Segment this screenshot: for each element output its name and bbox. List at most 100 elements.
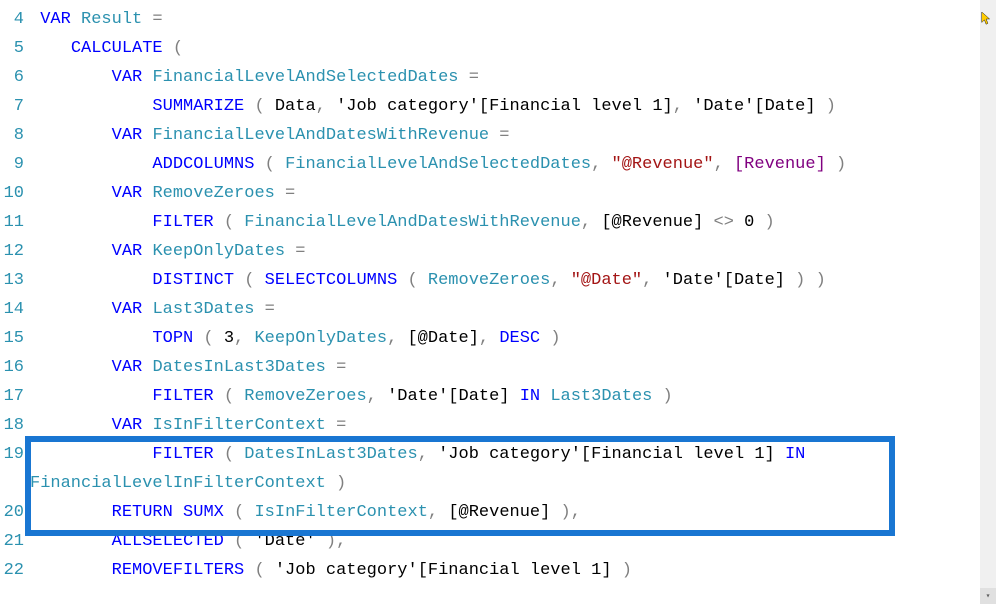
code-line[interactable]: 9 ADDCOLUMNS ( FinancialLevelAndSelected… [0, 150, 996, 179]
line-content[interactable]: DISTINCT ( SELECTCOLUMNS ( RemoveZeroes,… [30, 266, 996, 295]
code-line[interactable]: 5 CALCULATE ( [0, 34, 996, 63]
line-content[interactable]: SUMMARIZE ( Data, 'Job category'[Financi… [30, 92, 996, 121]
code-token: ] [816, 155, 826, 174]
code-token: ( [163, 39, 183, 58]
line-content[interactable]: VAR IsInFilterContext = [30, 411, 996, 440]
code-token: , [479, 329, 499, 348]
code-line[interactable]: 7 SUMMARIZE ( Data, 'Job category'[Finan… [0, 92, 996, 121]
code-line[interactable]: 6 VAR FinancialLevelAndSelectedDates = [0, 63, 996, 92]
code-line[interactable]: 19 FILTER ( DatesInLast3Dates, 'Job cate… [0, 440, 996, 469]
code-token [173, 503, 183, 522]
line-content[interactable]: FILTER ( RemoveZeroes, 'Date'[Date] IN L… [30, 382, 996, 411]
line-number: 16 [0, 353, 30, 382]
code-token: = [489, 126, 509, 145]
code-token: VAR [112, 68, 143, 87]
code-line[interactable]: 8 VAR FinancialLevelAndDatesWithRevenue … [0, 121, 996, 150]
code-token: TOPN [152, 329, 193, 348]
code-line[interactable]: 22 REMOVEFILTERS ( 'Job category'[Financ… [0, 556, 996, 585]
code-token: FinancialLevelAndDatesWithRevenue [244, 213, 581, 232]
code-token: Last3Dates [152, 300, 254, 319]
code-token: DatesInLast3Dates [152, 358, 325, 377]
vertical-scrollbar[interactable]: ▾ [980, 0, 996, 604]
code-token: [ [734, 155, 744, 174]
code-editor[interactable]: 3 VALUES ( 'Job category'[Financial leve… [0, 0, 996, 604]
line-content[interactable]: VAR RemoveZeroes = [30, 179, 996, 208]
line-content[interactable]: TOPN ( 3, KeepOnlyDates, [@Date], DESC ) [30, 324, 996, 353]
code-token [30, 416, 112, 435]
code-token: Revenue [744, 155, 815, 174]
code-line[interactable]: 16 VAR DatesInLast3Dates = [0, 353, 996, 382]
code-token: ) [652, 387, 672, 406]
line-content[interactable]: CALCULATE ( [30, 34, 996, 63]
code-token: FinancialLevelAndDatesWithRevenue [152, 126, 489, 145]
code-line[interactable]: 15 TOPN ( 3, KeepOnlyDates, [@Date], DES… [0, 324, 996, 353]
line-number: 17 [0, 382, 30, 411]
code-token: <> [703, 213, 744, 232]
code-token: FinancialLevelInFilterContext [30, 474, 326, 493]
code-line[interactable]: 17 FILTER ( RemoveZeroes, 'Date'[Date] I… [0, 382, 996, 411]
code-token [30, 271, 152, 290]
code-token [30, 503, 112, 522]
code-token: ( [254, 155, 285, 174]
code-token: = [326, 358, 346, 377]
line-content[interactable]: FinancialLevelInFilterContext ) [30, 469, 996, 498]
code-line[interactable]: 13 DISTINCT ( SELECTCOLUMNS ( RemoveZero… [0, 266, 996, 295]
code-token: VAR [112, 126, 143, 145]
code-line[interactable]: FinancialLevelInFilterContext ) [0, 469, 996, 498]
code-token: ( [224, 532, 255, 551]
code-token: ADDCOLUMNS [152, 155, 254, 174]
code-token [142, 300, 152, 319]
line-number: 8 [0, 121, 30, 150]
code-line[interactable]: 14 VAR Last3Dates = [0, 295, 996, 324]
line-content[interactable]: VAR DatesInLast3Dates = [30, 353, 996, 382]
code-token [142, 68, 152, 87]
code-token [30, 532, 112, 551]
code-token [30, 242, 112, 261]
code-token: , [714, 155, 734, 174]
line-content[interactable]: VAR KeepOnlyDates = [30, 237, 996, 266]
code-line[interactable]: 11 FILTER ( FinancialLevelAndDatesWithRe… [0, 208, 996, 237]
line-content[interactable]: REMOVEFILTERS ( 'Job category'[Financial… [30, 556, 996, 585]
code-token: ) [316, 532, 336, 551]
scroll-down-button[interactable]: ▾ [980, 588, 996, 604]
code-token: 3 [224, 329, 234, 348]
code-token [30, 68, 112, 87]
code-token: 'Date' [663, 271, 724, 290]
line-content[interactable]: FILTER ( DatesInLast3Dates, 'Job categor… [30, 440, 996, 469]
code-token: IN [520, 387, 540, 406]
line-content[interactable]: ALLSELECTED ( 'Date' ), [30, 527, 996, 556]
code-token: DatesInLast3Dates [244, 445, 417, 464]
code-token [30, 39, 71, 58]
code-line[interactable]: 20 RETURN SUMX ( IsInFilterContext, [@Re… [0, 498, 996, 527]
line-content[interactable]: FILTER ( FinancialLevelAndDatesWithReven… [30, 208, 996, 237]
code-token: FILTER [152, 213, 213, 232]
code-token: , [550, 271, 570, 290]
code-token: FILTER [152, 445, 213, 464]
code-token: FILTER [152, 387, 213, 406]
code-line[interactable]: 10 VAR RemoveZeroes = [0, 179, 996, 208]
code-token [30, 387, 152, 406]
code-line[interactable]: 12 VAR KeepOnlyDates = [0, 237, 996, 266]
code-token [30, 213, 152, 232]
code-token [142, 184, 152, 203]
code-token: , [581, 213, 601, 232]
code-token [30, 561, 112, 580]
code-token: [@Revenue] [448, 503, 550, 522]
line-content[interactable]: VAR Result = [30, 5, 996, 34]
code-line[interactable]: 21 ALLSELECTED ( 'Date' ), [0, 527, 996, 556]
code-line[interactable]: 18 VAR IsInFilterContext = [0, 411, 996, 440]
code-token [71, 10, 81, 29]
code-token: ) [612, 561, 632, 580]
code-token: [Financial level 1] [479, 97, 673, 116]
code-token: IN [785, 445, 805, 464]
line-content[interactable]: VAR FinancialLevelAndDatesWithRevenue = [30, 121, 996, 150]
code-token: VAR [112, 242, 143, 261]
line-content[interactable]: VAR Last3Dates = [30, 295, 996, 324]
line-content[interactable]: ADDCOLUMNS ( FinancialLevelAndSelectedDa… [30, 150, 996, 179]
line-number: 6 [0, 63, 30, 92]
line-content[interactable]: VAR FinancialLevelAndSelectedDates = [30, 63, 996, 92]
code-token [30, 155, 152, 174]
line-content[interactable]: RETURN SUMX ( IsInFilterContext, [@Reven… [30, 498, 996, 527]
code-line[interactable]: 4 VAR Result = [0, 5, 996, 34]
code-token: SUMMARIZE [152, 97, 244, 116]
